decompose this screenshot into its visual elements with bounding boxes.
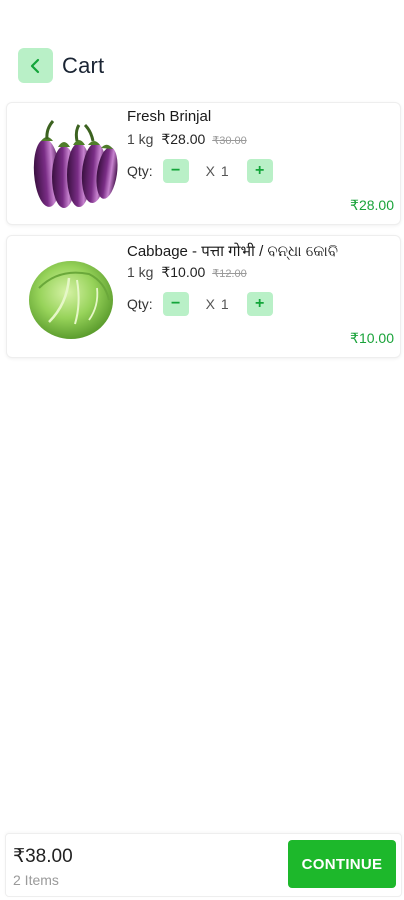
item-price: ₹28.00 <box>161 131 206 147</box>
qty-value: X 1 <box>205 296 230 312</box>
cabbage-image <box>29 261 113 339</box>
checkout-bar: ₹38.00 2 Items CONTINUE <box>5 833 402 897</box>
price-line: 1 kg ₹10.00 ₹12.00 <box>127 264 247 281</box>
chevron-left-icon <box>30 58 39 73</box>
increase-qty-button[interactable]: + <box>246 292 273 316</box>
decrease-qty-button[interactable]: − <box>162 159 189 183</box>
item-total: ₹28.00 <box>350 197 394 213</box>
quantity-stepper: Qty: − X 1 + <box>127 292 273 316</box>
qty-label: Qty: <box>127 296 153 312</box>
item-unit: 1 kg <box>127 131 154 147</box>
item-mrp: ₹12.00 <box>212 268 247 280</box>
header: Cart <box>18 48 104 83</box>
cart-total: ₹38.00 <box>13 846 73 867</box>
item-price: ₹10.00 <box>161 264 206 280</box>
cart-item: Fresh Brinjal 1 kg ₹28.00 ₹30.00 Qty: − … <box>6 102 401 225</box>
plus-icon: + <box>255 295 265 312</box>
qty-label: Qty: <box>127 163 153 179</box>
increase-qty-button[interactable]: + <box>246 159 273 183</box>
decrease-qty-button[interactable]: − <box>162 292 189 316</box>
price-line: 1 kg ₹28.00 ₹30.00 <box>127 131 247 148</box>
quantity-stepper: Qty: − X 1 + <box>127 159 273 183</box>
item-name: Fresh Brinjal <box>127 108 212 125</box>
minus-icon: − <box>171 295 181 312</box>
brinjal-image <box>33 120 118 208</box>
item-name: Cabbage - पत्ता गोभी / ବନ୍ଧା କୋବି <box>127 243 338 260</box>
item-unit: 1 kg <box>127 264 154 280</box>
qty-value: X 1 <box>205 163 230 179</box>
item-mrp: ₹30.00 <box>212 135 247 147</box>
back-button[interactable] <box>18 48 53 83</box>
minus-icon: − <box>171 162 181 179</box>
item-total: ₹10.00 <box>350 330 394 346</box>
items-count: 2 Items <box>13 872 59 888</box>
continue-button[interactable]: CONTINUE <box>288 840 396 888</box>
plus-icon: + <box>255 162 265 179</box>
cart-screen: Cart Fresh Brinjal 1 kg ₹28.00 ₹30.00 Qt… <box>0 0 404 900</box>
page-title: Cart <box>62 52 105 78</box>
cart-item: Cabbage - पत्ता गोभी / ବନ୍ଧା କୋବି 1 kg ₹… <box>6 235 401 358</box>
